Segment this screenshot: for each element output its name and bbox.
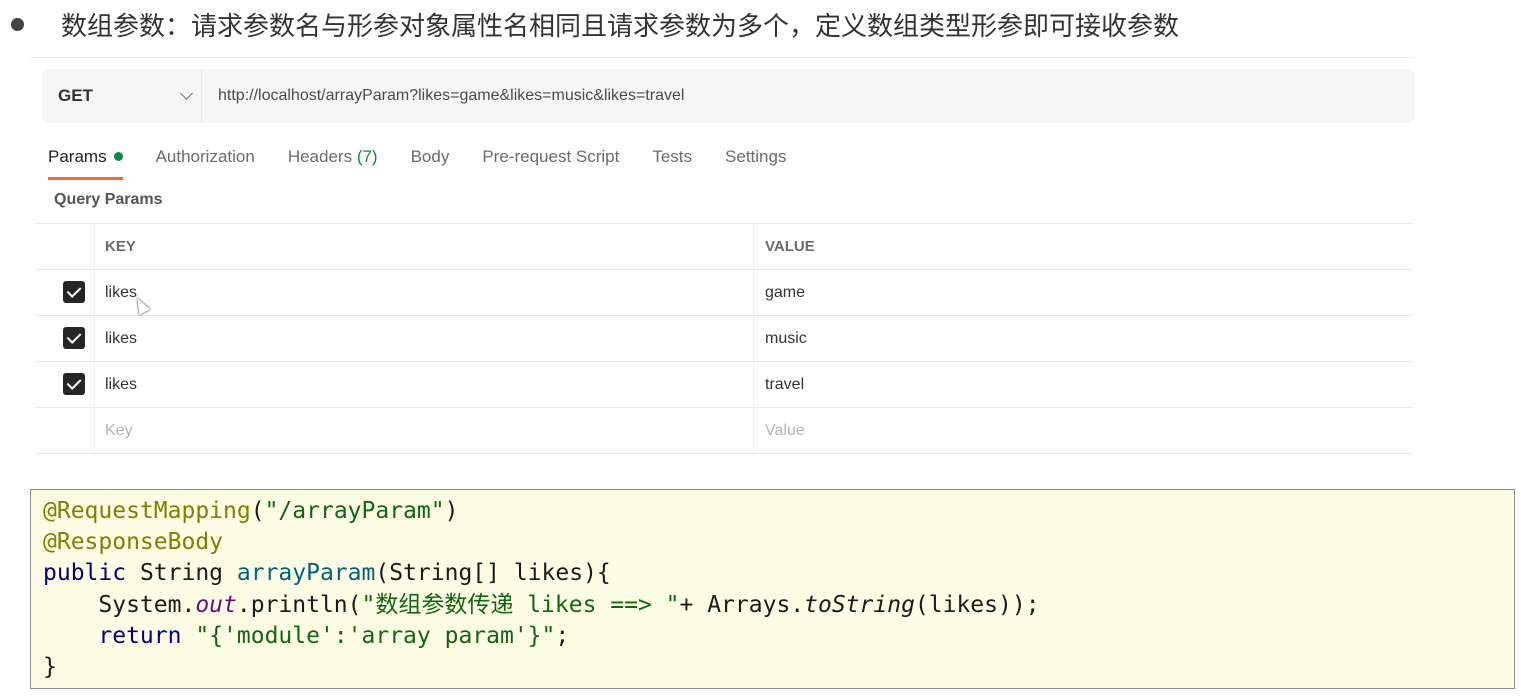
param-value[interactable]: travel	[753, 362, 1413, 407]
table-row: likes game	[35, 270, 1413, 316]
checkbox-column-header	[35, 224, 95, 269]
tab-params[interactable]: Params	[48, 141, 123, 180]
param-value[interactable]: game	[753, 270, 1413, 315]
tab-headers[interactable]: Headers (7)	[288, 141, 378, 177]
param-checkbox[interactable]	[63, 281, 85, 303]
tab-label: Body	[410, 147, 450, 166]
code-text: System.	[43, 591, 196, 618]
tab-label: Settings	[725, 147, 787, 166]
code-keyword: return	[98, 622, 182, 649]
slide-heading: 数组参数：请求参数名与形参对象属性名相同且请求参数为多个，定义数组类型形参即可接…	[8, 4, 1179, 44]
tab-label: Headers	[287, 147, 353, 166]
value-column-header: VALUE	[753, 224, 1413, 269]
code-text: String	[126, 560, 237, 587]
param-value[interactable]: music	[753, 316, 1413, 361]
param-checkbox[interactable]	[63, 373, 85, 395]
key-input[interactable]: Key	[105, 408, 133, 453]
tab-settings[interactable]: Settings	[725, 141, 786, 177]
query-params-title: Query Params	[54, 191, 163, 208]
checkbox-cell	[35, 408, 95, 453]
checkbox-cell	[35, 362, 95, 407]
code-text: ;	[555, 622, 570, 649]
method-label: GET	[58, 86, 93, 105]
url-input[interactable]: http://localhost/arrayParam?likes=game&l…	[218, 69, 684, 123]
bullet-icon	[11, 17, 24, 31]
code-text: (String[] likes){	[375, 560, 611, 587]
code-text: }	[43, 654, 57, 681]
method-select[interactable]: GET	[42, 69, 202, 123]
param-key[interactable]: likes	[105, 316, 137, 361]
code-text: (likes));	[914, 591, 1040, 618]
request-tabs: Params Authorization Headers (7) Body Pr…	[48, 141, 819, 180]
tab-label: Tests	[652, 147, 693, 166]
param-checkbox[interactable]	[63, 327, 85, 349]
table-row: likes music	[35, 316, 1413, 362]
url-bar: GET http://localhost/arrayParam?likes=ga…	[42, 69, 1415, 123]
param-key[interactable]: likes	[105, 362, 137, 407]
code-string: "/arrayParam"	[264, 498, 445, 524]
code-static-method: toString	[804, 591, 915, 618]
code-annotation: @RequestMapping	[43, 498, 251, 524]
postman-request-panel: GET http://localhost/arrayParam?likes=ga…	[30, 57, 1415, 454]
checkbox-cell	[35, 316, 95, 361]
heading-text: 数组参数：请求参数名与形参对象属性名相同且请求参数为多个，定义数组类型形参即可接…	[61, 11, 1180, 42]
new-param-row: Key Value	[35, 408, 1413, 454]
tab-authorization[interactable]: Authorization	[156, 141, 255, 177]
code-text: )	[444, 498, 459, 524]
code-method-name: arrayParam	[236, 560, 376, 587]
query-params-table: KEY VALUE likes game likes music likes t…	[35, 223, 1413, 454]
code-string: "数组参数传递 likes ==> "	[361, 591, 680, 618]
code-text: (	[250, 498, 265, 524]
code-field: out	[195, 591, 237, 618]
tab-pre-request-script[interactable]: Pre-request Script	[482, 141, 619, 177]
code-keyword: public	[43, 560, 127, 587]
tab-label: Pre-request Script	[482, 147, 620, 166]
checkbox-cell	[35, 270, 95, 315]
key-column-header: KEY	[105, 238, 136, 255]
tab-label: Params	[48, 147, 107, 166]
tab-label: Authorization	[155, 147, 255, 166]
code-text: .println(	[236, 591, 362, 618]
param-key[interactable]: likes	[105, 270, 137, 315]
tab-body[interactable]: Body	[411, 141, 450, 177]
code-annotation: @ResponseBody	[43, 529, 224, 556]
chevron-down-icon	[180, 87, 193, 100]
table-row: likes travel	[35, 362, 1413, 408]
code-block: @RequestMapping("/arrayParam") @Response…	[30, 489, 1515, 689]
code-text: + Arrays.	[679, 591, 805, 618]
table-header-row: KEY VALUE	[35, 224, 1413, 270]
headers-count-badge: (7)	[356, 147, 378, 166]
tab-tests[interactable]: Tests	[652, 141, 692, 177]
active-dot-icon	[113, 152, 123, 161]
value-input[interactable]: Value	[753, 408, 1413, 453]
code-string: "{'module':'array param'}"	[195, 622, 556, 649]
